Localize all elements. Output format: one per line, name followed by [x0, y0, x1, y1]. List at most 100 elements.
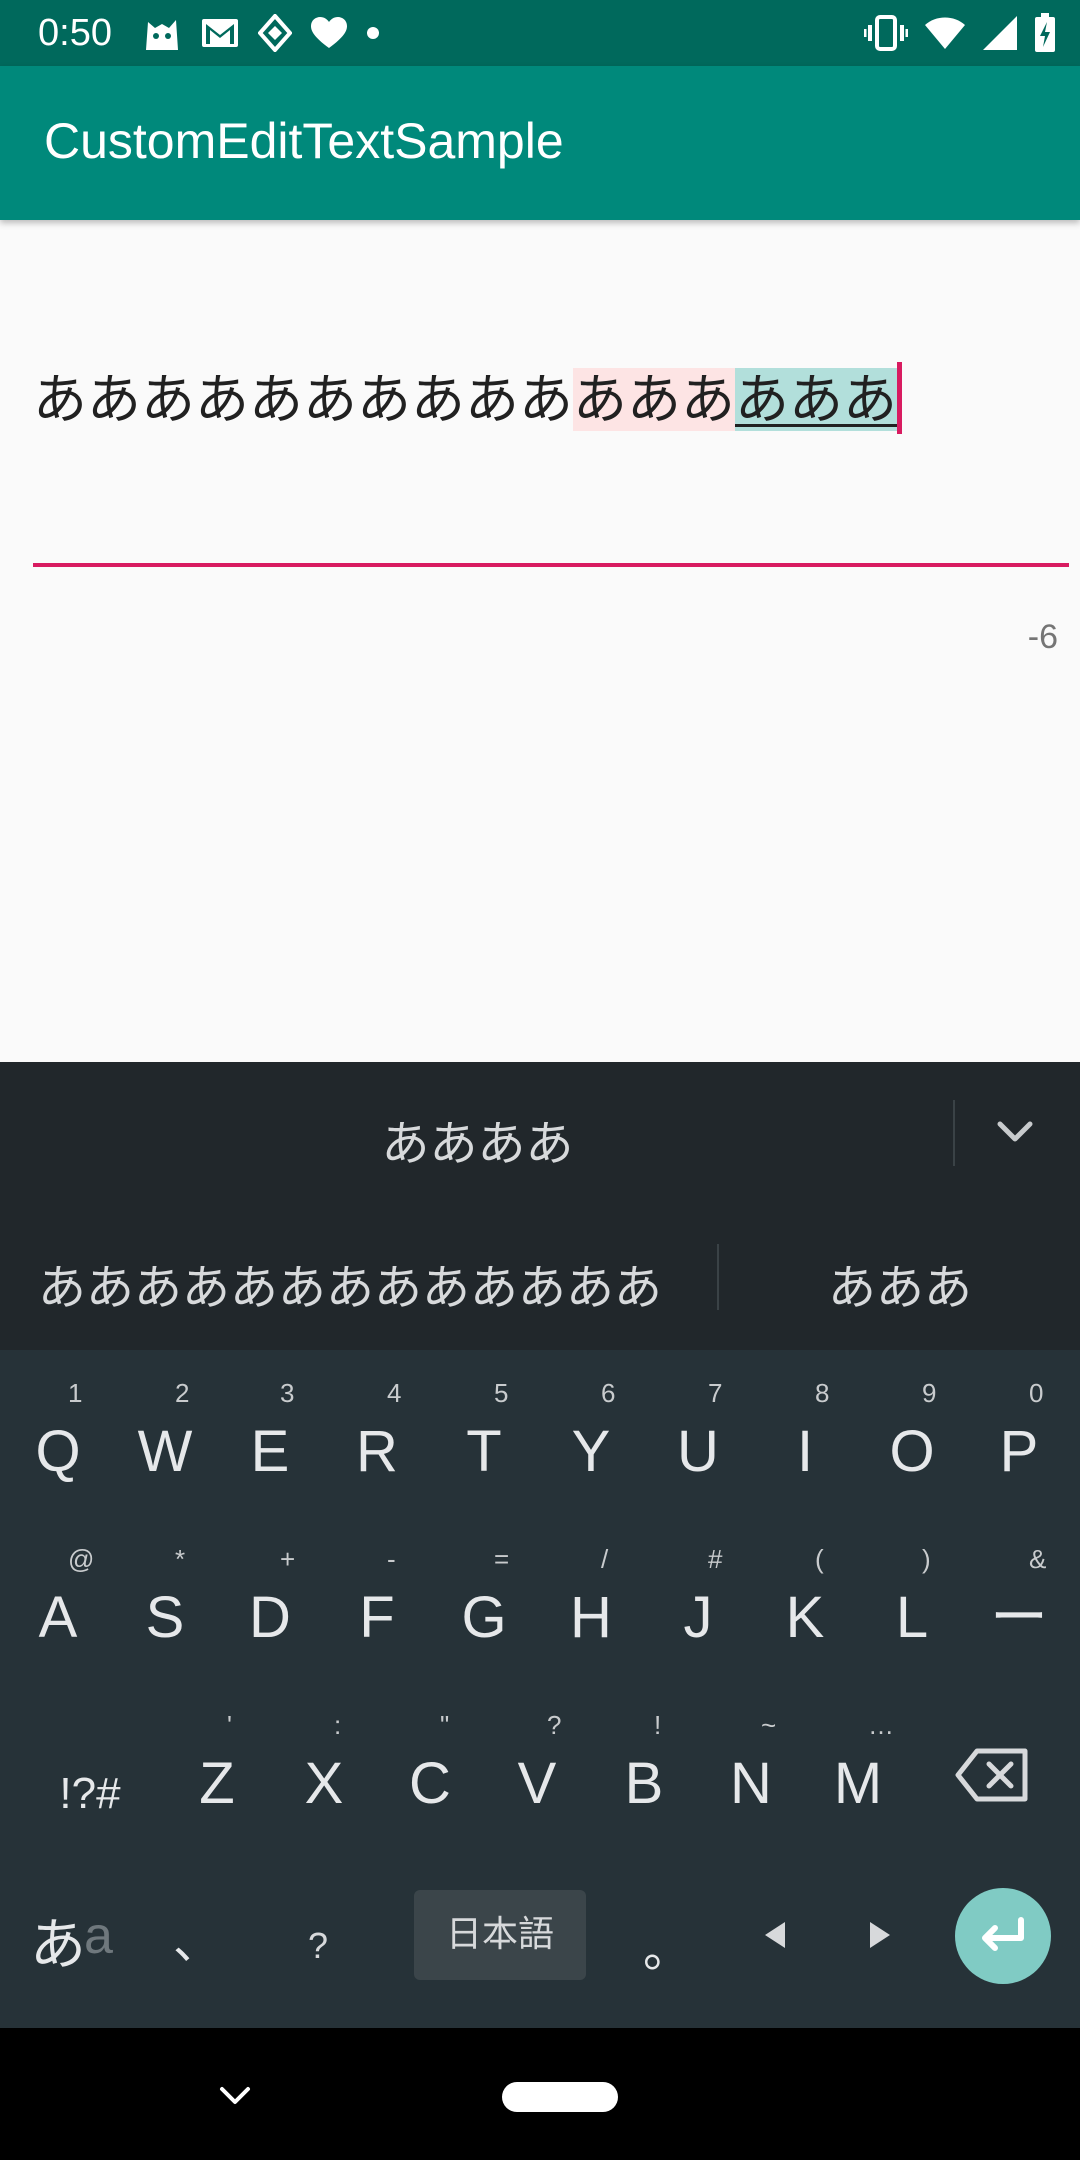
key-d[interactable]: + D [220, 1544, 320, 1676]
nav-home-button[interactable] [502, 2082, 618, 2112]
key-hint: 3 [280, 1378, 295, 1408]
period-key[interactable]: 。 [632, 1908, 702, 1978]
key-label: C [409, 1751, 451, 1816]
candidate-strip: あああああああああああああ あああ [0, 1206, 1080, 1350]
key-label: E [250, 1419, 290, 1484]
key-label: W [137, 1419, 193, 1484]
nav-back-button[interactable] [218, 2084, 252, 2112]
key-a[interactable]: @ A [8, 1544, 108, 1676]
divider [717, 1244, 719, 1310]
candidate-item[interactable]: あああああああああああああ [38, 1248, 662, 1318]
gmail-icon [200, 16, 240, 50]
system-status-icons [864, 12, 1056, 54]
question-key[interactable]: ? [288, 1910, 348, 1970]
key-y[interactable]: 6Y [541, 1378, 641, 1510]
key-j[interactable]: # J [648, 1544, 748, 1676]
vibrate-icon [864, 13, 908, 53]
key-b[interactable]: ! B [594, 1710, 694, 1842]
chevron-down-icon [997, 1121, 1033, 1142]
key-i[interactable]: 8I [755, 1378, 855, 1510]
key-label: J [683, 1585, 713, 1650]
key-f[interactable]: -F [327, 1544, 427, 1676]
key-hint: ) [922, 1544, 931, 1574]
cursor-right-key[interactable] [855, 1910, 905, 1960]
key-p[interactable]: 0P [969, 1378, 1069, 1510]
language-switch-key[interactable]: あa [14, 1900, 134, 1980]
dot-icon [366, 26, 380, 40]
key-label: D [249, 1585, 291, 1650]
cellular-signal-icon [982, 15, 1018, 51]
app-title: CustomEditTextSample [44, 113, 564, 169]
key-label: Y [571, 1419, 611, 1484]
battery-icon [1034, 13, 1056, 53]
key-hint: 8 [815, 1378, 830, 1408]
key-s[interactable]: * S [115, 1544, 215, 1676]
cursor-left-key[interactable] [750, 1910, 800, 1960]
key-hint: * [175, 1544, 186, 1574]
key-e[interactable]: 3E [220, 1378, 320, 1510]
key-v[interactable]: ? V [487, 1710, 587, 1842]
lang-key-main: あ [30, 1913, 86, 1978]
lang-key-sub: a [84, 1907, 113, 1965]
soft-keyboard: ああああ あああああああああああああ あああ [0, 1062, 1080, 2028]
key-label: M [833, 1751, 883, 1816]
enter-key[interactable] [955, 1888, 1051, 1984]
app-notification-icon [258, 14, 292, 52]
key-hint: - [387, 1544, 396, 1574]
chevron-down-icon [220, 2087, 250, 2104]
navigation-bar [0, 2028, 1080, 2160]
key-k[interactable]: (K [755, 1544, 855, 1676]
key-hint: 2 [175, 1378, 190, 1408]
custom-edit-text[interactable]: ああああああああああああああああ [33, 360, 1069, 440]
space-key[interactable]: 日本語 [414, 1890, 586, 1980]
key-hint: … [868, 1710, 894, 1740]
key-q[interactable]: 1Q [8, 1378, 108, 1510]
key-label: S [145, 1585, 185, 1650]
backspace-key[interactable] [950, 1748, 1034, 1808]
key-l[interactable]: ) L [862, 1544, 962, 1676]
text-segment-composing: あああ [735, 368, 897, 431]
key-hint: 0 [1029, 1378, 1044, 1408]
key-hint: 7 [708, 1378, 723, 1408]
key-u[interactable]: 7U [648, 1378, 748, 1510]
key-label: V [517, 1751, 557, 1816]
key-label: X [304, 1751, 344, 1816]
collapse-keyboard-button[interactable] [980, 1098, 1050, 1168]
key-hint: ? [547, 1710, 562, 1740]
candidate-item[interactable]: あああ [720, 1248, 1080, 1318]
key-m[interactable]: … M [808, 1710, 908, 1842]
edit-text-content[interactable]: ああああああああああああああああ [33, 360, 1069, 440]
key-label: R [356, 1419, 398, 1484]
key-hint: " [440, 1710, 450, 1740]
key-c[interactable]: " C [380, 1710, 480, 1842]
key-g[interactable]: = G [434, 1544, 534, 1676]
text-cursor [897, 362, 902, 434]
key-h[interactable]: / H [541, 1544, 641, 1676]
arrow-right-icon [870, 1922, 890, 1948]
key-w[interactable]: 2W [115, 1378, 215, 1510]
key-label: F [359, 1585, 395, 1650]
key-o[interactable]: 9O [862, 1378, 962, 1510]
symbols-key[interactable]: !?# [30, 1742, 150, 1842]
text-segment-highlight: あああ [573, 368, 735, 431]
character-counter: -6 [1027, 618, 1058, 656]
comma-key[interactable]: 、 [162, 1908, 232, 1978]
key-long-dash[interactable]: & ー [969, 1544, 1069, 1676]
divider [953, 1100, 955, 1166]
top-candidate[interactable]: ああああ [0, 1104, 955, 1174]
key-z[interactable]: ' Z [167, 1710, 267, 1842]
text-segment-normal: ああああああああああ [33, 368, 573, 431]
key-n[interactable]: ~ N [701, 1710, 801, 1842]
key-x[interactable]: :X [274, 1710, 374, 1842]
key-hint: @ [68, 1544, 95, 1574]
key-label: N [730, 1751, 772, 1816]
key-r[interactable]: 4R [327, 1378, 427, 1510]
enter-icon [982, 1917, 1024, 1951]
heart-icon [310, 16, 348, 50]
key-t[interactable]: 5T [434, 1378, 534, 1510]
backspace-icon [955, 1748, 1028, 1802]
key-hint: = [494, 1544, 510, 1574]
key-hint: : [334, 1710, 342, 1740]
key-label: P [999, 1419, 1039, 1484]
key-hint: ~ [761, 1710, 777, 1740]
